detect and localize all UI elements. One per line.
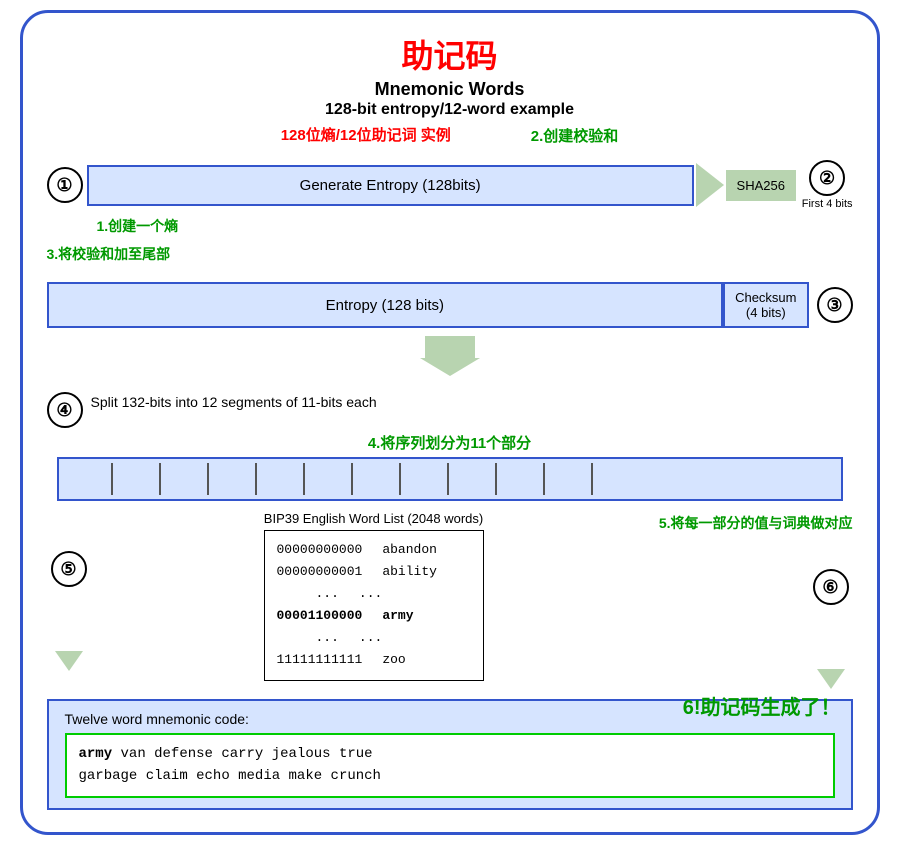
bip39-row-5: ... ... bbox=[277, 627, 471, 649]
row-entropy-gen: ① Generate Entropy (128bits) SHA256 ② Fi… bbox=[47, 160, 853, 210]
bip39-bits-2: 00000000001 bbox=[277, 561, 363, 583]
mnemonic-bold-word: army bbox=[79, 746, 113, 762]
left-arrow-area: ⑤ bbox=[47, 521, 91, 671]
bip39-title: BIP39 English Word List (2048 words) bbox=[264, 511, 483, 526]
annotation-4: 4.将序列划分为11个部分 bbox=[47, 432, 853, 453]
row-bip39: ⑤ BIP39 English Word List (2048 words) 0… bbox=[47, 511, 853, 689]
down-arrow-1 bbox=[47, 336, 853, 376]
annotation-3: 3.将校验和加至尾部 bbox=[47, 244, 853, 264]
row2-wrapper: 3.将校验和加至尾部 Entropy (128 bits) Checksum (… bbox=[47, 244, 853, 328]
annotation-6: 6!助记码生成了！ bbox=[683, 691, 841, 720]
segments-box bbox=[57, 457, 843, 501]
bip39-word-2: ability bbox=[382, 561, 437, 583]
bip39-table: 00000000000 abandon 00000000001 ability … bbox=[264, 530, 484, 681]
bip39-row-1: 00000000000 abandon bbox=[277, 539, 471, 561]
checksum-label: Checksum bbox=[735, 290, 796, 305]
sha256-box: SHA256 bbox=[726, 170, 796, 201]
bip39-dots-5: ... bbox=[277, 627, 339, 649]
step2-circle: ② bbox=[809, 160, 845, 196]
bip39-bits-6: 11111111111 bbox=[277, 649, 363, 671]
title-en: Mnemonic Words bbox=[47, 79, 853, 100]
bip39-word-5: ... bbox=[359, 627, 382, 649]
annotation-5: 5.将每一部分的值与词典做对应 bbox=[659, 513, 853, 533]
step4-circle: ④ bbox=[47, 392, 83, 428]
bip39-bits-1: 00000000000 bbox=[277, 539, 363, 561]
annotation-1: 1.创建一个熵 bbox=[97, 216, 853, 236]
main-container: 助记码 Mnemonic Words 128-bit entropy/12-wo… bbox=[20, 10, 880, 835]
row-entropy-checksum: Entropy (128 bits) Checksum (4 bits) ③ bbox=[47, 282, 853, 328]
arrow-right-1 bbox=[696, 163, 724, 207]
mnemonic-result-box: 6!助记码生成了！ Twelve word mnemonic code: arm… bbox=[47, 699, 853, 810]
main-layout: ① Generate Entropy (128bits) SHA256 ② Fi… bbox=[47, 160, 853, 810]
bip39-word-1: abandon bbox=[382, 539, 437, 561]
bip39-dots-3: ... bbox=[277, 583, 339, 605]
subtitle-en: 128-bit entropy/12-word example bbox=[47, 101, 853, 119]
bip39-row-3: ... ... bbox=[277, 583, 471, 605]
step1-circle: ① bbox=[47, 167, 83, 203]
step3-area: ③ bbox=[817, 282, 853, 328]
step5-circle: ⑤ bbox=[51, 551, 87, 587]
bip39-row-6: 11111111111 zoo bbox=[277, 649, 471, 671]
checksum-bits: (4 bits) bbox=[746, 305, 786, 320]
bip39-row-4: 00001100000 army bbox=[277, 605, 471, 627]
bip39-row-2: 00000000001 ability bbox=[277, 561, 471, 583]
subtitle-zh: 128位熵/12位助记词 实例 bbox=[281, 124, 451, 145]
mnemonic-rest: van defense carry jealous true garbage c… bbox=[79, 746, 381, 784]
bip39-word-6: zoo bbox=[382, 649, 405, 671]
bip39-word-3: ... bbox=[359, 583, 382, 605]
step3-circle: ③ bbox=[817, 287, 853, 323]
bip39-container: BIP39 English Word List (2048 words) 000… bbox=[105, 511, 643, 681]
row-split: ④ Split 132-bits into 12 segments of 11-… bbox=[47, 392, 853, 428]
bip39-bits-4: 00001100000 bbox=[277, 605, 363, 627]
title-zh: 助记码 bbox=[47, 31, 853, 77]
first4bits-label: First 4 bits bbox=[802, 198, 853, 210]
step2-area: ② First 4 bits bbox=[802, 160, 853, 210]
split-text: Split 132-bits into 12 segments of 11-bi… bbox=[91, 394, 377, 410]
right-area: 5.将每一部分的值与词典做对应 ⑥ bbox=[653, 511, 853, 689]
mnemonic-code-box: army van defense carry jealous true garb… bbox=[65, 733, 835, 798]
bip39-word-4: army bbox=[382, 605, 413, 627]
step6-circle: ⑥ bbox=[813, 569, 849, 605]
annotation-2: 2.创建校验和 bbox=[531, 125, 619, 146]
entropy128-box: Entropy (128 bits) bbox=[47, 282, 724, 328]
checksum-box: Checksum (4 bits) bbox=[723, 282, 808, 328]
entropy-gen-box: Generate Entropy (128bits) bbox=[87, 165, 694, 206]
step6-area: ⑥ bbox=[809, 569, 853, 689]
